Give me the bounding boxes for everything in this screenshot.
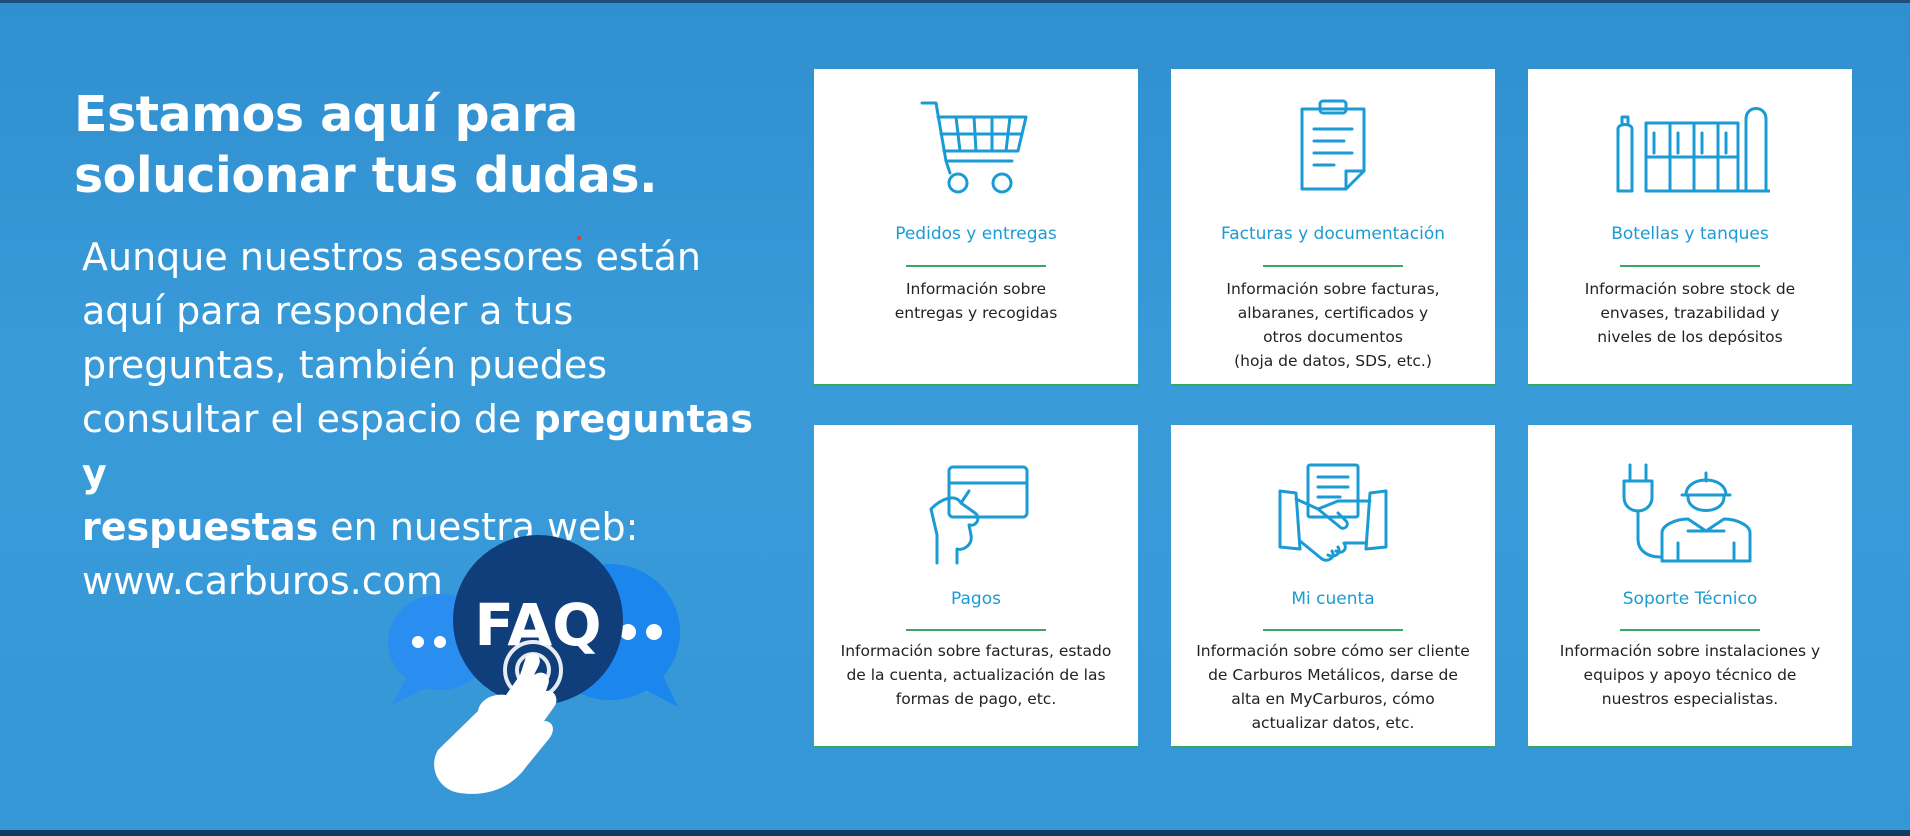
card-title: Pagos [951,589,1001,609]
card-title: Facturas y documentación [1221,224,1445,244]
intro-line-2: aquí para responder a tus [82,289,574,333]
card-title: Pedidos y entregas [895,224,1057,244]
desc-line: Información sobre instalaciones y [1559,642,1821,660]
desc-line: equipos y apoyo técnico de [1583,666,1797,684]
card-description: Información sobre instalaciones y equipo… [1552,639,1828,711]
card-facturas-documentacion[interactable]: Facturas y documentación Información sob… [1171,69,1495,386]
card-divider [1620,629,1760,631]
page-headline: Estamos aquí para solucionar tus dudas. [74,84,754,206]
credit-card-hand-icon [814,463,1138,565]
desc-line: otros documentos [1263,328,1403,346]
card-description: Información sobre entregas y recogidas [838,277,1114,325]
card-description: Información sobre cómo ser cliente de Ca… [1195,639,1471,735]
desc-line: de la cuenta, actualización de las [846,666,1106,684]
clipboard-icon [1171,99,1495,201]
desc-line: envases, trazabilidad y [1600,304,1780,322]
card-divider [1620,265,1760,267]
gas-cylinders-icon [1528,99,1852,201]
faq-illustration[interactable]: FAQ [388,535,708,795]
card-divider [906,265,1046,267]
shopping-cart-icon [814,99,1138,201]
desc-line: albaranes, certificados y [1237,304,1429,322]
card-soporte-tecnico[interactable]: Soporte Técnico Información sobre instal… [1528,425,1852,748]
card-description: Información sobre facturas, estado de la… [838,639,1114,711]
intro-line-4: consultar el espacio de [82,397,534,441]
card-title: Mi cuenta [1291,589,1375,609]
headline-line-2: solucionar tus dudas. [74,147,658,204]
top-border [0,0,1910,3]
card-description: Información sobre facturas, albaranes, c… [1195,277,1471,373]
headline-line-1: Estamos aquí para [74,86,578,143]
card-divider [1263,629,1403,631]
desc-line: nuestros especialistas. [1601,690,1779,708]
desc-line: Información sobre cómo ser cliente [1196,642,1470,660]
desc-line: actualizar datos, etc. [1251,714,1415,732]
desc-line: Información sobre [905,280,1047,298]
card-description: Información sobre stock de envases, traz… [1552,277,1828,349]
desc-line: Información sobre facturas, estado [840,642,1112,660]
intro-line-1: Aunque nuestros asesores están [82,235,701,279]
card-title: Soporte Técnico [1622,589,1758,609]
desc-line: Información sobre stock de [1584,280,1796,298]
desc-line: Información sobre facturas, [1226,280,1440,298]
technician-plug-icon [1528,463,1852,565]
desc-line: (hoja de datos, SDS, etc.) [1234,352,1432,370]
card-mi-cuenta[interactable]: Mi cuenta Información sobre cómo ser cli… [1171,425,1495,748]
desc-line: de Carburos Metálicos, darse de [1208,666,1458,684]
desc-line: entregas y recogidas [894,304,1058,322]
faq-label: FAQ [474,591,601,659]
desc-line: niveles de los depósitos [1597,328,1783,346]
desc-line: alta en MyCarburos, cómo [1231,690,1435,708]
card-pagos[interactable]: Pagos Información sobre facturas, estado… [814,425,1138,748]
card-pedidos-entregas[interactable]: Pedidos y entregas Información sobre ent… [814,69,1138,386]
card-divider [906,629,1046,631]
card-divider [1263,265,1403,267]
faq-graphic: FAQ [388,535,680,794]
card-botellas-tanques[interactable]: Botellas y tanques Información sobre sto… [1528,69,1852,386]
desc-line: formas de pago, etc. [895,690,1057,708]
faq-link-text-2: respuestas [82,505,319,549]
intro-line-3: preguntas, también puedes [82,343,608,387]
handshake-icon [1171,463,1495,565]
card-title: Botellas y tanques [1611,224,1769,244]
bottom-border [0,830,1910,836]
